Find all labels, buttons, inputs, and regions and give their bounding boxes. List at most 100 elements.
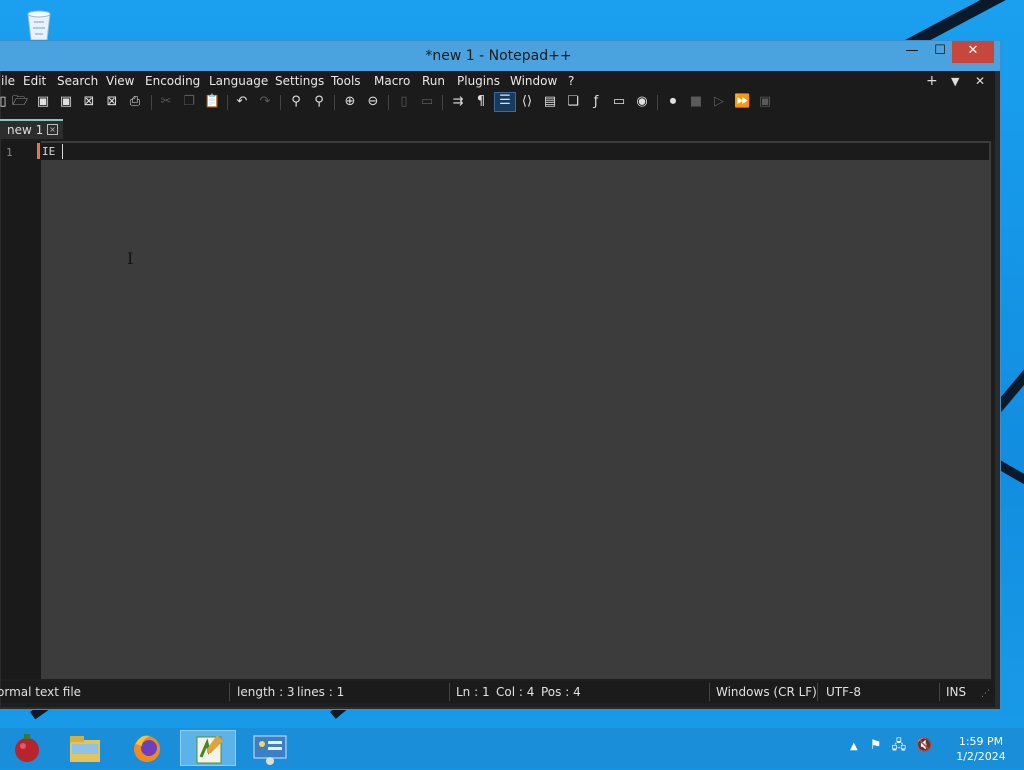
- minimize-button[interactable]: —: [897, 41, 927, 63]
- window-client-area: ile Edit Search View Encoding Language S…: [1, 71, 995, 707]
- menu-settings[interactable]: Settings: [275, 74, 324, 88]
- clock-time: 1:59 PM: [950, 734, 1012, 749]
- action-center-flag-icon[interactable]: ⚑: [870, 738, 882, 753]
- resize-grip-icon[interactable]: ⋰: [981, 689, 990, 699]
- sync-horizontal-icon[interactable]: ▭: [419, 94, 435, 110]
- status-col: Col : 4: [496, 685, 534, 699]
- tab-list-dropdown-icon[interactable]: ▼: [951, 75, 959, 88]
- close-window-button[interactable]: ✕: [952, 41, 994, 63]
- menu-search[interactable]: Search: [57, 74, 98, 88]
- save-icon[interactable]: ▣: [35, 94, 51, 110]
- document-list-icon[interactable]: ❏: [565, 94, 581, 110]
- text-caret: [62, 144, 63, 159]
- taskbar-clock[interactable]: 1:59 PM 1/2/2024: [950, 734, 1012, 764]
- tab-bar: new 1 ×: [1, 115, 995, 141]
- new-file-icon[interactable]: ▯: [0, 94, 11, 110]
- volume-muted-icon[interactable]: 🔇: [916, 738, 932, 753]
- status-ln: Ln : 1: [456, 685, 490, 699]
- menu-encoding[interactable]: Encoding: [145, 74, 200, 88]
- new-tab-plus-icon[interactable]: +: [926, 73, 938, 89]
- firefox-icon[interactable]: [120, 730, 176, 766]
- replace-icon[interactable]: ⚲: [311, 94, 327, 110]
- mouse-ibeam-cursor-icon: I: [127, 249, 133, 268]
- macro-record-icon[interactable]: ⏺: [665, 94, 681, 110]
- toolbar-separator: [442, 95, 443, 110]
- tab-close-icon[interactable]: ×: [47, 124, 58, 135]
- document-map-icon[interactable]: ▤: [542, 94, 558, 110]
- app-icon[interactable]: [0, 730, 56, 766]
- menu-language[interactable]: Language: [209, 74, 268, 88]
- folder-as-workspace-icon[interactable]: ▭: [611, 94, 627, 110]
- line-number: 1: [6, 146, 13, 159]
- paste-icon[interactable]: 📋: [204, 94, 220, 110]
- monitoring-icon[interactable]: ◉: [634, 94, 650, 110]
- zoom-in-icon[interactable]: ⊕: [342, 94, 358, 110]
- editor-text[interactable]: IE: [42, 145, 55, 158]
- status-lines: lines : 1: [297, 685, 344, 699]
- status-eol[interactable]: Windows (CR LF): [716, 685, 817, 699]
- macro-stop-icon[interactable]: ■: [688, 94, 704, 110]
- macro-save-icon[interactable]: ▣: [757, 94, 773, 110]
- system-tray: ▲ ⚑ 🖧 🔇: [850, 736, 932, 758]
- status-encoding[interactable]: UTF-8: [826, 685, 861, 699]
- menu-window[interactable]: Window: [510, 74, 557, 88]
- menu-macro[interactable]: Macro: [374, 74, 410, 88]
- network-icon[interactable]: 🖧: [892, 738, 907, 753]
- toolbar-separator: [388, 95, 389, 110]
- maximize-button[interactable]: ☐: [925, 41, 955, 63]
- recycle-bin-icon[interactable]: [20, 6, 58, 42]
- status-insert-mode[interactable]: INS: [946, 685, 966, 699]
- menu-file[interactable]: ile: [1, 74, 15, 88]
- control-panel-icon[interactable]: [242, 730, 298, 766]
- toolbar-separator: [227, 95, 228, 110]
- status-bar: ormal text file length : 3 lines : 1 Ln …: [1, 681, 995, 703]
- close-icon[interactable]: ⊠: [81, 94, 97, 110]
- show-all-characters-icon[interactable]: ¶: [473, 94, 489, 110]
- redo-icon[interactable]: ↷: [257, 94, 273, 110]
- status-divider: [709, 683, 710, 701]
- menu-edit[interactable]: Edit: [23, 74, 46, 88]
- xml-tag-icon[interactable]: ⟨⟩: [519, 94, 535, 110]
- print-icon[interactable]: ⎙: [127, 94, 143, 110]
- change-marker: [37, 143, 40, 159]
- sync-vertical-icon[interactable]: ▯: [396, 94, 412, 110]
- current-line-highlight: [41, 143, 989, 160]
- menu-bar: ile Edit Search View Encoding Language S…: [1, 71, 995, 91]
- macro-run-multiple-icon[interactable]: ⏩: [734, 94, 750, 110]
- status-divider: [229, 683, 230, 701]
- notepad-plus-plus-window: *new 1 - Notepad++ — ☐ ✕ ile Edit Search…: [0, 40, 1001, 710]
- status-pos: Pos : 4: [541, 685, 581, 699]
- function-list-icon[interactable]: ƒ: [588, 94, 604, 110]
- menu-help[interactable]: ?: [568, 74, 574, 88]
- menu-view[interactable]: View: [106, 74, 134, 88]
- menu-tools[interactable]: Tools: [331, 74, 361, 88]
- close-all-icon[interactable]: ⊠: [104, 94, 120, 110]
- toolbar: ▯ 🗁 ▣ ▣ ⊠ ⊠ ⎙ ✂ ❐ 📋 ↶ ↷ ⚲ ⚲ ⊕ ⊖ ▯ ▭ ⇉ ¶: [1, 91, 995, 115]
- line-number-gutter: 1: [1, 141, 41, 679]
- show-hidden-icons-icon[interactable]: ▲: [850, 741, 858, 752]
- undo-icon[interactable]: ↶: [234, 94, 250, 110]
- clock-date: 1/2/2024: [950, 749, 1012, 764]
- window-title: *new 1 - Notepad++: [0, 48, 1000, 64]
- file-explorer-icon[interactable]: [58, 730, 114, 766]
- open-file-icon[interactable]: 🗁: [12, 94, 28, 110]
- menu-run[interactable]: Run: [422, 74, 445, 88]
- save-all-icon[interactable]: ▣: [58, 94, 74, 110]
- close-document-icon[interactable]: ✕: [975, 74, 985, 88]
- toolbar-separator: [657, 95, 658, 110]
- cut-icon[interactable]: ✂: [158, 94, 174, 110]
- title-bar[interactable]: *new 1 - Notepad++ — ☐ ✕: [0, 41, 1000, 71]
- indent-guide-icon[interactable]: ☰: [494, 92, 516, 112]
- editor-area[interactable]: 1 IE I: [1, 141, 991, 679]
- menu-plugins[interactable]: Plugins: [457, 74, 500, 88]
- tab-new-1[interactable]: new 1 ×: [0, 119, 63, 139]
- tab-label: new 1: [7, 123, 43, 137]
- macro-play-icon[interactable]: ▷: [711, 94, 727, 110]
- status-length: length : 3: [237, 685, 295, 699]
- word-wrap-icon[interactable]: ⇉: [450, 94, 466, 110]
- toolbar-separator: [334, 95, 335, 110]
- zoom-out-icon[interactable]: ⊖: [365, 94, 381, 110]
- find-icon[interactable]: ⚲: [288, 94, 304, 110]
- copy-icon[interactable]: ❐: [181, 94, 197, 110]
- notepad-plus-plus-icon[interactable]: [180, 730, 236, 766]
